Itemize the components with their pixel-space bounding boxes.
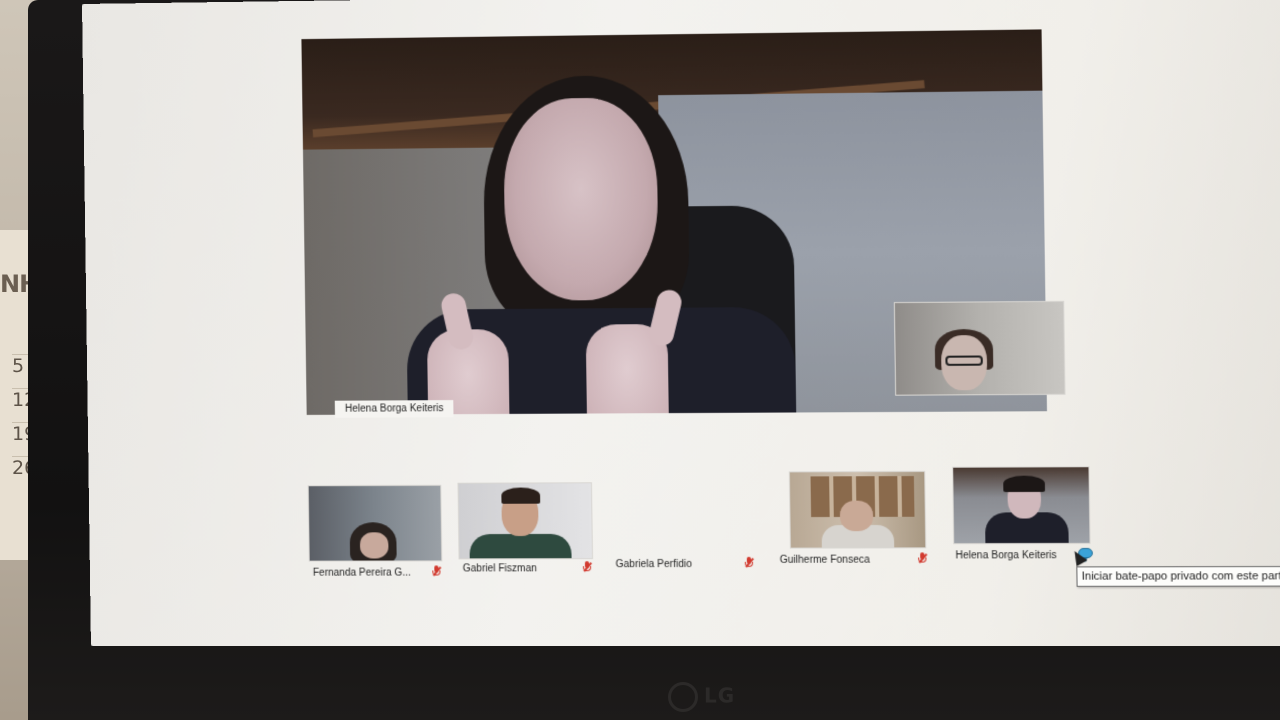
participant-hair — [1003, 475, 1046, 493]
monitor-logo: LG — [668, 682, 735, 712]
participant-video-tile[interactable] — [457, 482, 594, 560]
self-view-video[interactable] — [893, 300, 1066, 396]
participant-video-tile[interactable] — [952, 466, 1091, 545]
mic-muted-icon — [582, 561, 592, 573]
monitor-brand: LG — [704, 683, 736, 708]
main-speaker-name-tag: Helena Borga Keiteris — [334, 400, 454, 418]
participant-name: Guilherme Fonseca — [779, 554, 870, 566]
participant-name: Helena Borga Keiteris — [955, 550, 1057, 562]
lg-logo-icon — [668, 682, 698, 712]
participant-hair — [501, 487, 541, 504]
self-view-glasses — [945, 355, 983, 366]
participant-shirt — [469, 533, 572, 560]
video-conference-screen: Helena Borga Keiteris Fernanda Pereira G… — [82, 0, 1280, 647]
participant-name: Gabriela Perfidio — [615, 558, 692, 571]
participant-name: Gabriel Fiszman — [462, 563, 537, 575]
participant-name: Fernanda Pereira G... — [312, 567, 411, 579]
speaker-person — [383, 73, 817, 415]
participant-face — [359, 532, 389, 559]
private-chat-tooltip: Iniciar bate-papo privado com este parti… — [1076, 565, 1280, 587]
speaker-face — [502, 97, 659, 301]
mic-muted-icon — [432, 565, 442, 577]
mic-muted-icon — [918, 552, 928, 564]
participant-face — [839, 500, 874, 532]
mic-muted-icon — [744, 556, 754, 569]
participant-video-tile[interactable] — [307, 484, 443, 562]
participant-video-tile[interactable] — [788, 470, 927, 549]
